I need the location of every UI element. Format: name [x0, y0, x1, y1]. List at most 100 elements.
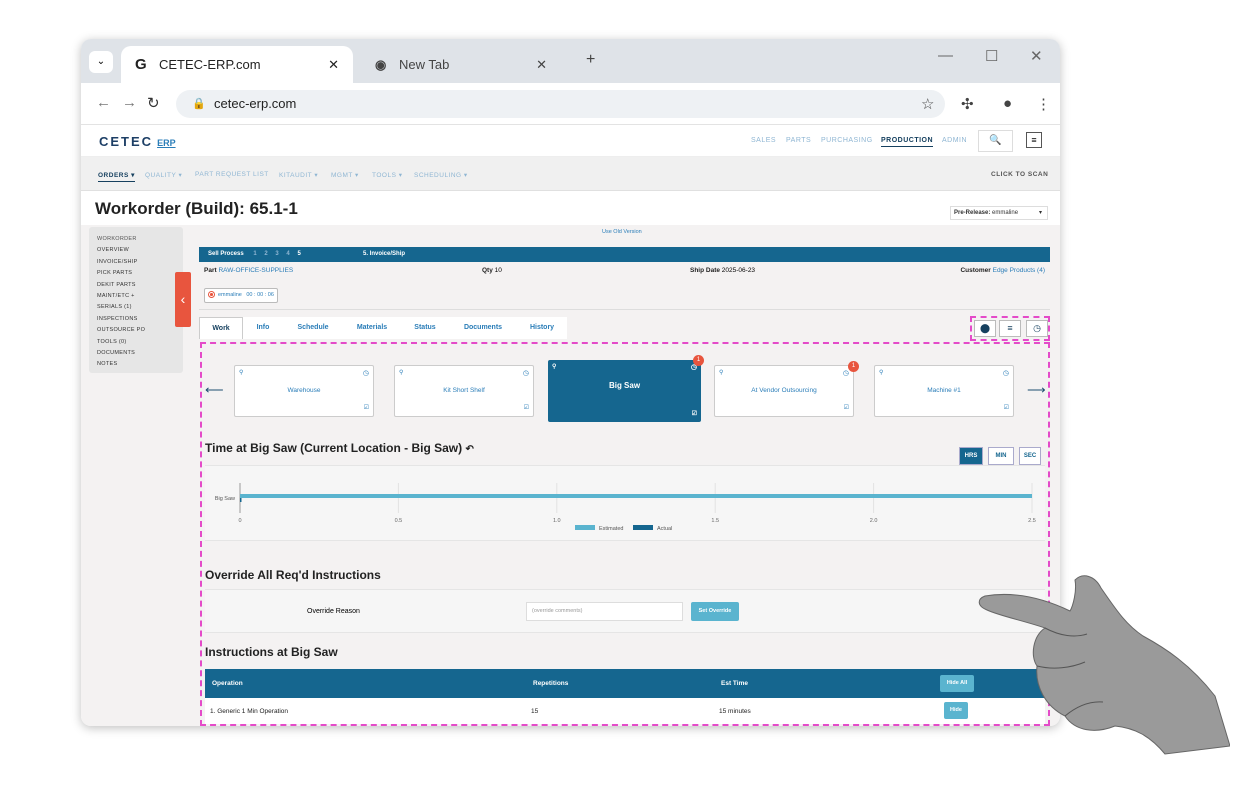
close-icon[interactable]: ✕ — [328, 46, 339, 83]
edit-icon[interactable]: ☑ — [692, 411, 697, 418]
tab-materials[interactable]: Materials — [343, 317, 401, 339]
location-card-warehouse[interactable]: ⚲ ◷ Warehouse ☑ — [234, 365, 374, 417]
current-step: 5. Invoice/Ship — [363, 251, 406, 257]
sidebar-item-dekit-parts[interactable]: DEKIT PARTS — [97, 280, 183, 291]
minimize-icon[interactable]: — — [938, 47, 953, 64]
menu-icon[interactable]: ⋮ — [1036, 95, 1051, 113]
sidebar-item-inspections[interactable]: INSPECTIONS — [97, 314, 183, 325]
step-1[interactable]: 1 — [253, 251, 256, 257]
subnav-mgmt[interactable]: MGMT ▾ — [331, 171, 359, 179]
x-tick-label: 1.5 — [711, 518, 719, 524]
url-field[interactable]: 🔒 cetec-erp.com — [176, 90, 945, 118]
unit-sec-button[interactable]: SEC — [1019, 447, 1041, 465]
sidebar-item-tools[interactable]: TOOLS (0) — [97, 337, 183, 348]
customer-link[interactable]: Edge Products (4) — [993, 267, 1045, 274]
unit-hrs-button[interactable]: HRS — [959, 447, 983, 465]
use-old-version-link[interactable]: Use Old Version — [602, 229, 642, 235]
tab-info[interactable]: Info — [243, 317, 283, 339]
nav-parts[interactable]: PARTS — [786, 137, 811, 144]
prerelease-select[interactable]: Pre-Release: emmaline ▾ — [950, 206, 1048, 220]
pin-icon: ⚲ — [239, 370, 244, 376]
sidebar-item-workorder[interactable]: WORKORDER — [97, 234, 183, 245]
click-to-scan[interactable]: CLICK TO SCAN — [991, 171, 1048, 178]
sell-process-label: Sell Process — [208, 251, 244, 257]
maximize-icon[interactable]: ☐ — [985, 47, 998, 65]
subnav-kitaudit[interactable]: KITAUDIT ▾ — [279, 171, 318, 179]
override-comments-input[interactable]: (override comments) — [526, 602, 683, 621]
location-card-machine-1[interactable]: ⚲ ◷ Machine #1 ☑ — [874, 365, 1014, 417]
subnav-scheduling[interactable]: SCHEDULING ▾ — [414, 171, 468, 179]
sidebar-item-outsource-po[interactable]: OUTSOURCE PO — [97, 325, 183, 336]
tab-work[interactable]: Work — [199, 317, 243, 339]
part-link[interactable]: RAW-OFFICE-SUPPLIES — [218, 267, 293, 274]
nav-purchasing[interactable]: PURCHASING — [821, 137, 873, 144]
nav-sales[interactable]: SALES — [751, 137, 776, 144]
sidebar-item-maint[interactable]: MAINT/ETC + — [97, 291, 183, 302]
tab-schedule[interactable]: Schedule — [283, 317, 343, 339]
step-2[interactable]: 2 — [264, 251, 267, 257]
sidebar-item-pick-parts[interactable]: PICK PARTS — [97, 268, 183, 279]
tab-documents[interactable]: Documents — [449, 317, 517, 339]
step-4[interactable]: 4 — [286, 251, 289, 257]
close-icon[interactable]: ✕ — [536, 46, 547, 83]
tab-history[interactable]: History — [517, 317, 567, 339]
subnav-quality[interactable]: QUALITY ▾ — [145, 171, 182, 179]
subnav-part-request-list[interactable]: PART REQUEST LIST — [195, 171, 269, 178]
arrow-right-icon[interactable]: ⟶ — [1027, 382, 1046, 398]
chevron-down-icon: ▾ — [1038, 210, 1042, 216]
nav-admin[interactable]: ADMIN — [942, 137, 967, 144]
profile-icon[interactable]: ● — [1003, 95, 1012, 112]
search-button[interactable]: 🔍 — [978, 130, 1013, 152]
lock-icon: 🔒 — [192, 98, 206, 110]
logo[interactable]: CETEC ERP — [99, 134, 176, 149]
repetitions-cell: 15 — [531, 708, 539, 715]
arrow-left-icon[interactable]: ⟵ — [205, 382, 224, 398]
nav-production[interactable]: PRODUCTION — [881, 137, 934, 147]
edit-icon[interactable]: ☑ — [524, 405, 529, 412]
edit-icon[interactable]: ☑ — [844, 405, 849, 412]
x-tick-label: 2.0 — [870, 518, 878, 524]
location-card-big-saw[interactable]: ⚲ ◷ Big Saw ☑ — [548, 360, 701, 422]
location-card-kit-short-shelf[interactable]: ⚲ ◷ Kit Short Shelf ☑ — [394, 365, 534, 417]
sidebar-item-serials[interactable]: SERIALS (1) — [97, 302, 183, 313]
unit-min-button[interactable]: MIN — [988, 447, 1014, 465]
collapse-icon[interactable]: ↶ — [465, 444, 473, 455]
col-est-time: Est Time — [721, 680, 748, 687]
step-5[interactable]: 5 — [297, 251, 300, 257]
location-card-at-vendor[interactable]: ⚲ ◷ At Vendor Outsourcing ☑ — [714, 365, 854, 417]
edit-icon[interactable]: ☑ — [1004, 405, 1009, 412]
step-3[interactable]: 3 — [275, 251, 278, 257]
pointing-hand-illustration — [978, 575, 1230, 755]
tab-cetec[interactable]: G CETEC-ERP.com ✕ — [121, 46, 353, 83]
workorder-info: Part RAW-OFFICE-SUPPLIES Qty 10 Ship Dat… — [199, 262, 1050, 310]
close-window-icon[interactable]: ✕ — [1030, 47, 1043, 65]
hide-all-button[interactable]: Hide All — [940, 675, 974, 692]
sidebar-item-documents[interactable]: DOCUMENTS — [97, 348, 183, 359]
tab-status[interactable]: Status — [401, 317, 449, 339]
bookmark-star-icon[interactable]: ☆ — [921, 95, 934, 113]
col-repetitions: Repetitions — [533, 680, 569, 687]
edit-icon[interactable]: ☑ — [364, 405, 369, 412]
time-section-title: Time at Big Saw (Current Location - Big … — [205, 441, 474, 455]
x-tick-label: 0.5 — [395, 518, 403, 524]
set-override-button[interactable]: Set Override — [691, 602, 739, 621]
hide-button[interactable]: Hide — [944, 702, 968, 719]
chevron-left-icon: ‹ — [180, 291, 186, 307]
tab-search-button[interactable]: ⌄ — [89, 51, 113, 73]
user-timer[interactable]: emmaline 00 : 00 : 06 — [204, 288, 278, 303]
forward-icon[interactable]: → — [122, 94, 137, 111]
reload-icon[interactable]: ↻ — [147, 94, 160, 112]
extensions-icon[interactable]: ✣ — [961, 95, 974, 113]
sidebar-item-notes[interactable]: NOTES — [97, 359, 183, 370]
sidebar-item-overview[interactable]: OVERVIEW — [97, 245, 183, 256]
new-tab-button[interactable]: + — [586, 51, 595, 69]
hamburger-menu-button[interactable]: ≡ — [1026, 132, 1042, 148]
tab-bar: ⌄ G CETEC-ERP.com ✕ ◉ New Tab ✕ + — ☐ ✕ — [81, 39, 1060, 83]
sidebar-item-invoice-ship[interactable]: INVOICE/SHIP — [97, 257, 183, 268]
back-icon[interactable]: ← — [96, 94, 111, 111]
subnav-orders[interactable]: ORDERS ▾ — [98, 171, 135, 182]
subnav-tools[interactable]: TOOLS ▾ — [372, 171, 402, 179]
collapse-sidebar-button[interactable]: ‹ — [175, 272, 191, 327]
tab-new[interactable]: ◉ New Tab ✕ — [361, 46, 561, 83]
bar-estimated — [240, 494, 1032, 498]
